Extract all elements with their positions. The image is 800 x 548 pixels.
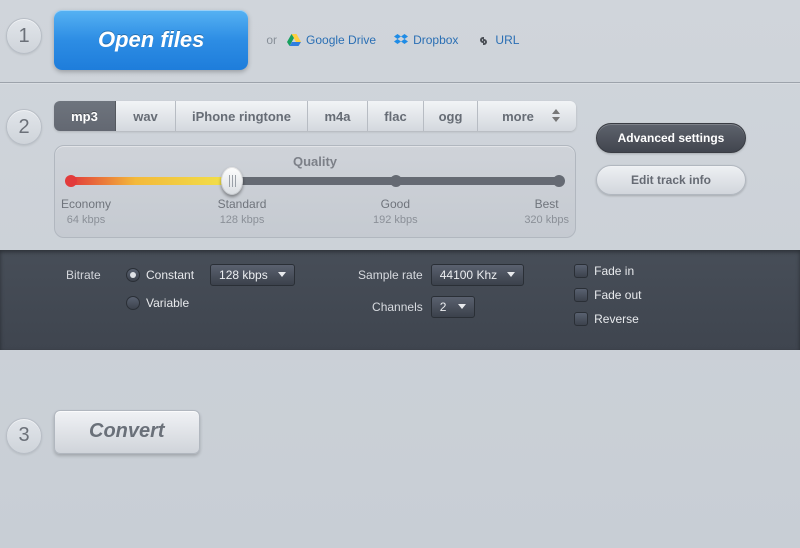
side-buttons: Advanced settings Edit track info [596,123,746,195]
quality-standard: Standard 128 kbps [218,197,267,227]
quality-economy-rate: 64 kbps [61,213,111,227]
fade-out-checkbox[interactable] [574,288,588,302]
bitrate-select[interactable]: 128 kbps [210,264,295,286]
col-effects: Fade in Fade out Reverse [574,264,641,336]
radio-variable[interactable] [126,296,140,310]
convert-button[interactable]: Convert [54,410,200,454]
or-text: or [266,33,277,47]
format-tabs: mp3 wav iPhone ringtone m4a flac ogg mor… [54,101,576,131]
google-drive-label: Google Drive [306,33,376,47]
google-drive-icon [287,34,301,46]
slider-fill [71,177,232,185]
advanced-panel: Bitrate Constant 128 kbps Variable [0,250,800,350]
quality-standard-name: Standard [218,197,267,211]
open-alternatives: or Google Drive Dropbox URL [248,10,537,70]
channels-value: 2 [440,300,447,314]
link-icon [476,34,490,46]
bitrate-variable-option[interactable]: Variable [126,296,189,310]
section-open: 1 Open files or Google Drive Dropbox URL [0,0,800,80]
fade-in-option[interactable]: Fade in [574,264,641,278]
bitrate-constant-option[interactable]: Constant [126,268,194,282]
open-files-button[interactable]: Open files [54,10,248,70]
step-1-badge: 1 [6,18,42,54]
quality-panel: Quality Economy 64 kbps [54,145,576,238]
tab-flac[interactable]: flac [368,101,424,131]
tab-ogg[interactable]: ogg [424,101,478,131]
sample-rate-label: Sample rate [345,268,423,282]
dropbox-label: Dropbox [413,33,458,47]
quality-good-rate: 192 kbps [373,213,418,227]
fade-out-option[interactable]: Fade out [574,288,641,302]
fade-in-checkbox[interactable] [574,264,588,278]
google-drive-link[interactable]: Google Drive [287,33,376,47]
edit-track-info-button[interactable]: Edit track info [596,165,746,195]
quality-labels: Economy 64 kbps Standard 128 kbps Good 1… [71,197,559,227]
url-link[interactable]: URL [476,33,519,47]
col-sample: Sample rate 44100 Khz Channels 2 [345,264,524,328]
bitrate-variable-label: Variable [146,296,189,310]
quality-good-name: Good [381,197,410,211]
dropbox-link[interactable]: Dropbox [394,33,458,47]
section-format: 2 mp3 wav iPhone ringtone m4a flac ogg m… [0,91,800,250]
reverse-option[interactable]: Reverse [574,312,641,326]
caret-icon [458,304,466,309]
step-3-badge: 3 [6,418,42,454]
section-convert: 3 Convert [0,400,800,464]
slider-tick-economy [65,175,77,187]
divider [0,82,800,83]
quality-economy: Economy 64 kbps [61,197,111,227]
advanced-settings-button[interactable]: Advanced settings [596,123,746,153]
col-bitrate: Bitrate Constant 128 kbps Variable [66,264,295,320]
quality-economy-name: Economy [61,197,111,211]
fade-in-label: Fade in [594,264,634,278]
channels-label: Channels [345,300,423,314]
tab-iphone[interactable]: iPhone ringtone [176,101,308,131]
channels-select[interactable]: 2 [431,296,475,318]
quality-best-rate: 320 kbps [524,213,569,227]
tab-mp3[interactable]: mp3 [54,101,116,131]
url-label: URL [495,33,519,47]
bitrate-label: Bitrate [66,268,126,282]
sample-rate-select[interactable]: 44100 Khz [431,264,524,286]
reverse-checkbox[interactable] [574,312,588,326]
reverse-label: Reverse [594,312,639,326]
quality-slider[interactable] [71,177,559,185]
bitrate-select-value: 128 kbps [219,268,268,282]
slider-knob[interactable] [221,167,243,195]
quality-standard-rate: 128 kbps [218,213,267,227]
caret-icon [278,272,286,277]
radio-constant[interactable] [126,268,140,282]
tab-wav[interactable]: wav [116,101,176,131]
sample-rate-value: 44100 Khz [440,268,497,282]
caret-icon [507,272,515,277]
dropbox-icon [394,34,408,46]
slider-tick-good [390,175,402,187]
tab-more[interactable]: more [478,101,576,131]
quality-title: Quality [71,154,559,169]
bitrate-constant-label: Constant [146,268,194,282]
slider-tick-best [553,175,565,187]
fade-out-label: Fade out [594,288,641,302]
quality-good: Good 192 kbps [373,197,418,227]
quality-best: Best 320 kbps [524,197,569,227]
quality-best-name: Best [535,197,559,211]
step-2-badge: 2 [6,109,42,145]
tab-more-label: more [502,109,534,124]
tab-m4a[interactable]: m4a [308,101,368,131]
